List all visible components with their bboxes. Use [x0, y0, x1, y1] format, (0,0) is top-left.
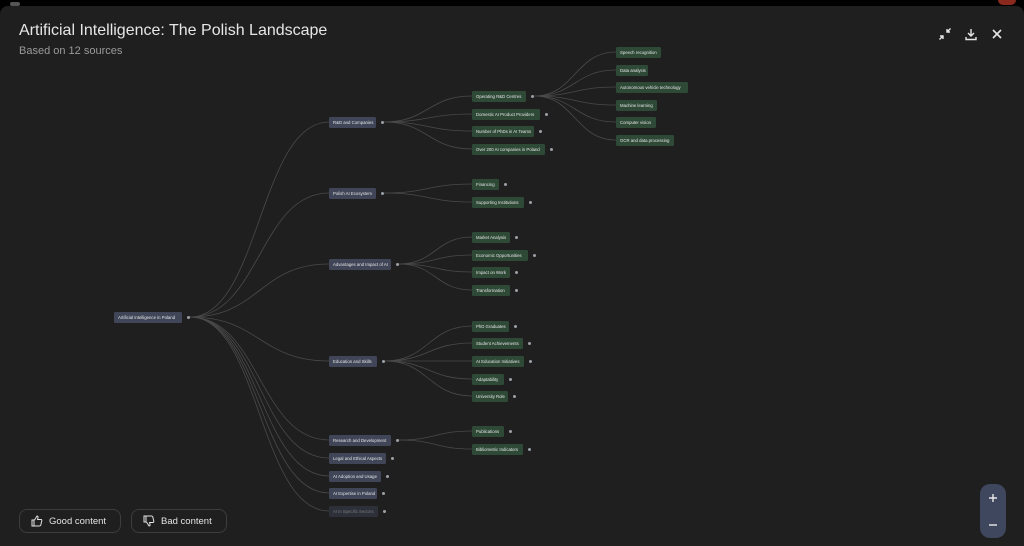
connector-line: [383, 192, 473, 203]
mindmap-branch-node[interactable]: Polish AI Ecosystem: [329, 187, 376, 199]
connector-line: [533, 51, 617, 97]
good-content-label: Good content: [49, 515, 107, 527]
mindmap-child-node[interactable]: University Role: [472, 390, 508, 402]
expand-toggle[interactable]: [396, 438, 399, 442]
mindmap-root-node[interactable]: Artificial Intelligence in Poland: [114, 311, 182, 323]
expand-toggle[interactable]: [528, 447, 531, 451]
expand-toggle[interactable]: [381, 120, 384, 124]
mindmap-child-node[interactable]: Student Achievements: [472, 337, 523, 349]
expand-toggle[interactable]: [382, 491, 385, 495]
connector-line: [189, 316, 330, 441]
expand-toggle[interactable]: [396, 262, 399, 266]
thumbs-up-icon: [31, 515, 43, 527]
expand-toggle[interactable]: [504, 182, 507, 186]
mindmap-leaf-node[interactable]: Data analysis: [616, 64, 648, 76]
expand-toggle[interactable]: [509, 377, 512, 381]
mindmap-branch-node[interactable]: AI Expertise in Poland: [329, 487, 377, 499]
mindmap-branch-node[interactable]: AI Adoption and Usage: [329, 470, 381, 482]
connector-line: [189, 121, 330, 318]
mindmap-connectors: [189, 51, 617, 512]
mindmap-child-node[interactable]: Publications: [472, 425, 504, 437]
mindmap-child-node[interactable]: Number of PhDs in AI Teams: [472, 125, 534, 137]
connector-line: [398, 430, 473, 441]
expand-toggle[interactable]: [531, 94, 534, 98]
bad-content-label: Bad content: [161, 515, 212, 527]
mindmap-leaf-node[interactable]: OCR and data processing: [616, 134, 674, 146]
mindmap-panel: Artificial Intelligence: The Polish Land…: [0, 6, 1024, 546]
connector-line: [398, 236, 473, 265]
expand-toggle[interactable]: [515, 235, 518, 239]
good-content-button[interactable]: Good content: [19, 509, 121, 533]
expand-toggle[interactable]: [529, 359, 532, 363]
thumbs-down-icon: [143, 515, 155, 527]
mindmap-child-node[interactable]: PhD Graduates: [472, 320, 509, 332]
connector-line: [383, 121, 473, 150]
expand-toggle[interactable]: [545, 112, 548, 116]
mindmap-child-node[interactable]: Market Analysis: [472, 231, 510, 243]
mindmap-branch-node[interactable]: Advantages and Impact of AI: [329, 258, 391, 270]
mindmap-branch-node[interactable]: Legal and Ethical Aspects: [329, 452, 386, 464]
expand-toggle[interactable]: [386, 474, 389, 478]
mindmap-child-node[interactable]: Bibliometric Indicators: [472, 443, 523, 455]
expand-toggle[interactable]: [514, 324, 517, 328]
window-decoration-red: [998, 0, 1016, 5]
mindmap-child-node[interactable]: Adaptability: [472, 373, 504, 385]
mindmap-leaf-node[interactable]: Machine learning: [616, 99, 657, 111]
mindmap-child-node[interactable]: Transformation: [472, 284, 510, 296]
connector-line: [189, 192, 330, 318]
mindmap-child-node[interactable]: Financing: [472, 178, 499, 190]
mindmap-branch-node[interactable]: Research and Development: [329, 434, 391, 446]
connector-line: [189, 316, 330, 512]
mindmap-child-node[interactable]: Economic Opportunities: [472, 249, 528, 261]
connector-line: [383, 183, 473, 194]
zoom-out-button[interactable]: [980, 511, 1006, 538]
expand-toggle[interactable]: [539, 129, 542, 133]
connector-line: [398, 439, 473, 450]
expand-toggle[interactable]: [391, 456, 394, 460]
zoom-out-icon: [989, 523, 997, 526]
expand-toggle[interactable]: [515, 288, 518, 292]
mindmap-child-node[interactable]: Supporting Institutions: [472, 196, 524, 208]
connector-line: [384, 360, 473, 380]
connector-line: [384, 342, 473, 362]
mindmap-branch-node[interactable]: AI in Specific Sectors: [329, 505, 378, 517]
mindmap-child-node[interactable]: Operating R&D Centres: [472, 90, 526, 102]
expand-toggle[interactable]: [533, 253, 536, 257]
expand-toggle[interactable]: [382, 359, 385, 363]
bad-content-button[interactable]: Bad content: [131, 509, 227, 533]
connector-line: [189, 316, 330, 459]
mindmap-branch-node[interactable]: R&D and Companies: [329, 116, 376, 128]
connector-line: [189, 316, 330, 494]
mindmap-leaf-node[interactable]: Autonomous vehicle technology: [616, 81, 688, 93]
zoom-in-button[interactable]: [980, 484, 1006, 511]
mindmap-branch-node[interactable]: Education and Skills: [329, 355, 377, 367]
expand-toggle[interactable]: [513, 394, 516, 398]
expand-toggle[interactable]: [515, 270, 518, 274]
connector-line: [533, 95, 617, 141]
expand-toggle[interactable]: [550, 147, 553, 151]
mindmap-child-node[interactable]: AI Education Initiatives: [472, 355, 524, 367]
connector-line: [189, 263, 330, 318]
expand-toggle[interactable]: [528, 341, 531, 345]
mindmap-leaf-node[interactable]: Speech recognition: [616, 46, 661, 58]
expand-toggle[interactable]: [187, 315, 190, 319]
mindmap-child-node[interactable]: Impact on Work: [472, 266, 510, 278]
expand-toggle[interactable]: [529, 200, 532, 204]
mindmap-child-node[interactable]: Over 200 AI companies in Poland: [472, 143, 545, 155]
expand-toggle[interactable]: [509, 429, 512, 433]
expand-toggle[interactable]: [381, 191, 384, 195]
mindmap-leaf-node[interactable]: Computer vision: [616, 116, 656, 128]
zoom-in-icon: [989, 493, 997, 502]
mindmap-child-node[interactable]: Domestic AI Product Providers: [472, 108, 540, 120]
expand-toggle[interactable]: [383, 509, 386, 513]
zoom-controls: [980, 484, 1006, 538]
connector-line: [189, 316, 330, 477]
